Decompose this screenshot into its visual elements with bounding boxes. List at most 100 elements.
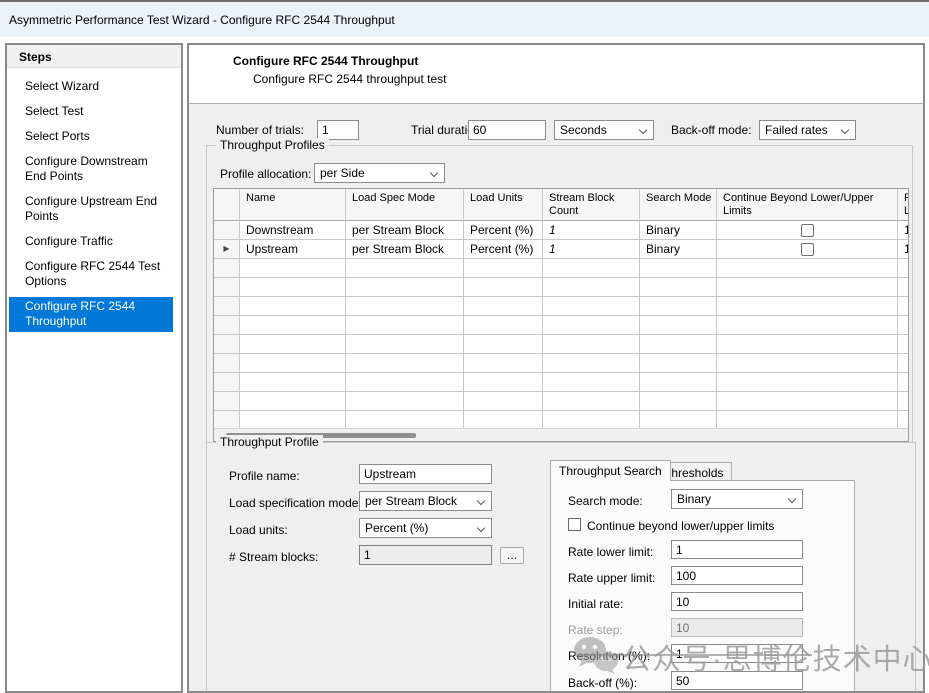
table-row-downstream[interactable]: Downstream per Stream Block Percent (%) … [214, 221, 909, 240]
cell-rate-lower[interactable]: 1 [898, 240, 909, 259]
rate-upper-limit-input[interactable] [671, 566, 803, 585]
continue-checkbox[interactable] [801, 224, 814, 237]
stream-blocks-label: # Stream blocks: [229, 550, 318, 564]
table-row-empty[interactable] [214, 259, 909, 278]
table-row-empty[interactable] [214, 278, 909, 297]
col-header-load-spec-mode[interactable]: Load Spec Mode [346, 189, 464, 221]
profile-allocation-label: Profile allocation: [220, 167, 311, 181]
rate-upper-limit-label: Rate upper limit: [568, 571, 655, 585]
rate-lower-limit-input[interactable] [671, 540, 803, 559]
col-header-search-mode[interactable]: Search Mode [640, 189, 717, 221]
cell-name[interactable]: Downstream [240, 221, 346, 240]
sidebar-item-configure-downstream-end-points[interactable]: Configure Downstream End Points [9, 152, 173, 187]
cell-sb-count[interactable]: 1 [543, 240, 640, 259]
table-row-empty[interactable] [214, 316, 909, 335]
sidebar-item-select-wizard[interactable]: Select Wizard [9, 77, 173, 97]
steps-list: Select Wizard Select Test Select Ports C… [7, 68, 181, 332]
throughput-profile-group: Throughput Profile Profile name: Load sp… [206, 442, 916, 693]
chevron-down-icon [430, 169, 438, 177]
chevron-down-icon [639, 126, 647, 134]
throughput-search-tabpanel: Search mode: Binary Continue beyond lowe… [550, 480, 855, 693]
chevron-down-icon [477, 497, 485, 505]
profile-name-input[interactable] [359, 464, 492, 484]
initial-rate-input[interactable] [671, 592, 803, 611]
number-of-trials-input[interactable] [317, 120, 359, 140]
load-units-value: Percent (%) [365, 521, 428, 535]
cell-sb-count[interactable]: 1 [543, 221, 640, 240]
load-spec-mode-select[interactable]: per Stream Block [359, 491, 492, 511]
backoff-mode-select[interactable]: Failed rates [759, 120, 856, 140]
sidebar-item-configure-rfc2544-test-options[interactable]: Configure RFC 2544 Test Options [9, 257, 173, 292]
sidebar-item-configure-rfc2544-throughput[interactable]: Configure RFC 2544 Throughput [9, 297, 173, 332]
throughput-profiles-group-title: Throughput Profiles [216, 138, 329, 152]
profile-allocation-select[interactable]: per Side [314, 163, 445, 183]
stream-blocks-input[interactable] [359, 545, 492, 565]
table-row-empty[interactable] [214, 392, 909, 411]
stream-blocks-browse-button[interactable]: ... [500, 547, 524, 564]
chevron-down-icon [788, 495, 796, 503]
load-units-select[interactable]: Percent (%) [359, 518, 492, 538]
search-mode-value: Binary [677, 492, 711, 506]
rate-step-input [671, 618, 803, 637]
continue-beyond-limits-label: Continue beyond lower/upper limits [587, 519, 774, 533]
col-header-load-units[interactable]: Load Units [464, 189, 543, 221]
backoff-percent-input[interactable] [671, 671, 803, 690]
cell-search-mode[interactable]: Binary [640, 221, 717, 240]
cell-name[interactable]: Upstream [240, 240, 346, 259]
table-row-empty[interactable] [214, 373, 909, 392]
load-spec-mode-value: per Stream Block [365, 494, 457, 508]
row-selector-header [214, 189, 240, 221]
col-header-stream-block-count[interactable]: Stream Block Count [543, 189, 640, 221]
steps-panel-header: Steps [7, 45, 181, 68]
profile-allocation-value: per Side [320, 166, 365, 180]
table-row-empty[interactable] [214, 335, 909, 354]
throughput-profile-group-title: Throughput Profile [216, 435, 323, 449]
col-header-continue-beyond-limits[interactable]: Continue Beyond Lower/Upper Limits [717, 189, 898, 221]
table-row-empty[interactable] [214, 354, 909, 373]
sidebar-item-select-ports[interactable]: Select Ports [9, 127, 173, 147]
backoff-mode-label: Back-off mode: [671, 123, 751, 137]
page-header: Configure RFC 2544 Throughput Configure … [189, 45, 923, 104]
trial-duration-input[interactable] [468, 120, 546, 140]
col-header-name[interactable]: Name [240, 189, 346, 221]
title-bar: Asymmetric Performance Test Wizard - Con… [0, 0, 929, 37]
backoff-mode-value: Failed rates [765, 123, 828, 137]
row-selector[interactable] [214, 221, 240, 240]
table-row-upstream[interactable]: ▶ Upstream per Stream Block Percent (%) … [214, 240, 909, 259]
row-selector-current[interactable]: ▶ [214, 240, 240, 259]
sidebar-item-configure-upstream-end-points[interactable]: Configure Upstream End Points [9, 192, 173, 227]
cell-load-units[interactable]: Percent (%) [464, 240, 543, 259]
col-header-rate-lower-limit-clipped[interactable]: R Li [898, 189, 909, 221]
table-row-empty[interactable] [214, 297, 909, 316]
cell-rate-lower[interactable]: 1 [898, 221, 909, 240]
current-row-arrow-icon: ▶ [223, 244, 229, 253]
rate-lower-limit-label: Rate lower limit: [568, 545, 653, 559]
trial-duration-unit-select[interactable]: Seconds [554, 120, 654, 140]
rate-step-label: Rate step: [568, 623, 623, 637]
cell-continue-checkbox-wrap [717, 221, 898, 240]
cell-search-mode[interactable]: Binary [640, 240, 717, 259]
profiles-table: Name Load Spec Mode Load Units Stream Bl… [213, 188, 909, 442]
backoff-percent-label: Back-off (%): [568, 676, 637, 690]
load-spec-mode-label: Load specification mode: [229, 496, 362, 510]
continue-beyond-limits-checkbox[interactable] [568, 518, 581, 531]
tab-throughput-search[interactable]: Throughput Search [550, 460, 671, 481]
cell-load-spec[interactable]: per Stream Block [346, 240, 464, 259]
page-subtitle: Configure RFC 2544 throughput test [253, 72, 446, 86]
cell-load-units[interactable]: Percent (%) [464, 221, 543, 240]
search-mode-label: Search mode: [568, 494, 643, 508]
continue-checkbox[interactable] [801, 243, 814, 256]
initial-rate-label: Initial rate: [568, 597, 623, 611]
cell-load-spec[interactable]: per Stream Block [346, 221, 464, 240]
sidebar-item-select-test[interactable]: Select Test [9, 102, 173, 122]
page-title: Configure RFC 2544 Throughput [233, 54, 418, 68]
number-of-trials-label: Number of trials: [216, 123, 304, 137]
steps-panel: Steps Select Wizard Select Test Select P… [5, 43, 183, 693]
trial-duration-unit-value: Seconds [560, 123, 607, 137]
profile-name-label: Profile name: [229, 469, 300, 483]
window-title: Asymmetric Performance Test Wizard - Con… [9, 13, 395, 27]
search-mode-select[interactable]: Binary [671, 489, 803, 509]
resolution-input[interactable] [671, 644, 803, 663]
sidebar-item-configure-traffic[interactable]: Configure Traffic [9, 232, 173, 252]
chevron-down-icon [477, 524, 485, 532]
